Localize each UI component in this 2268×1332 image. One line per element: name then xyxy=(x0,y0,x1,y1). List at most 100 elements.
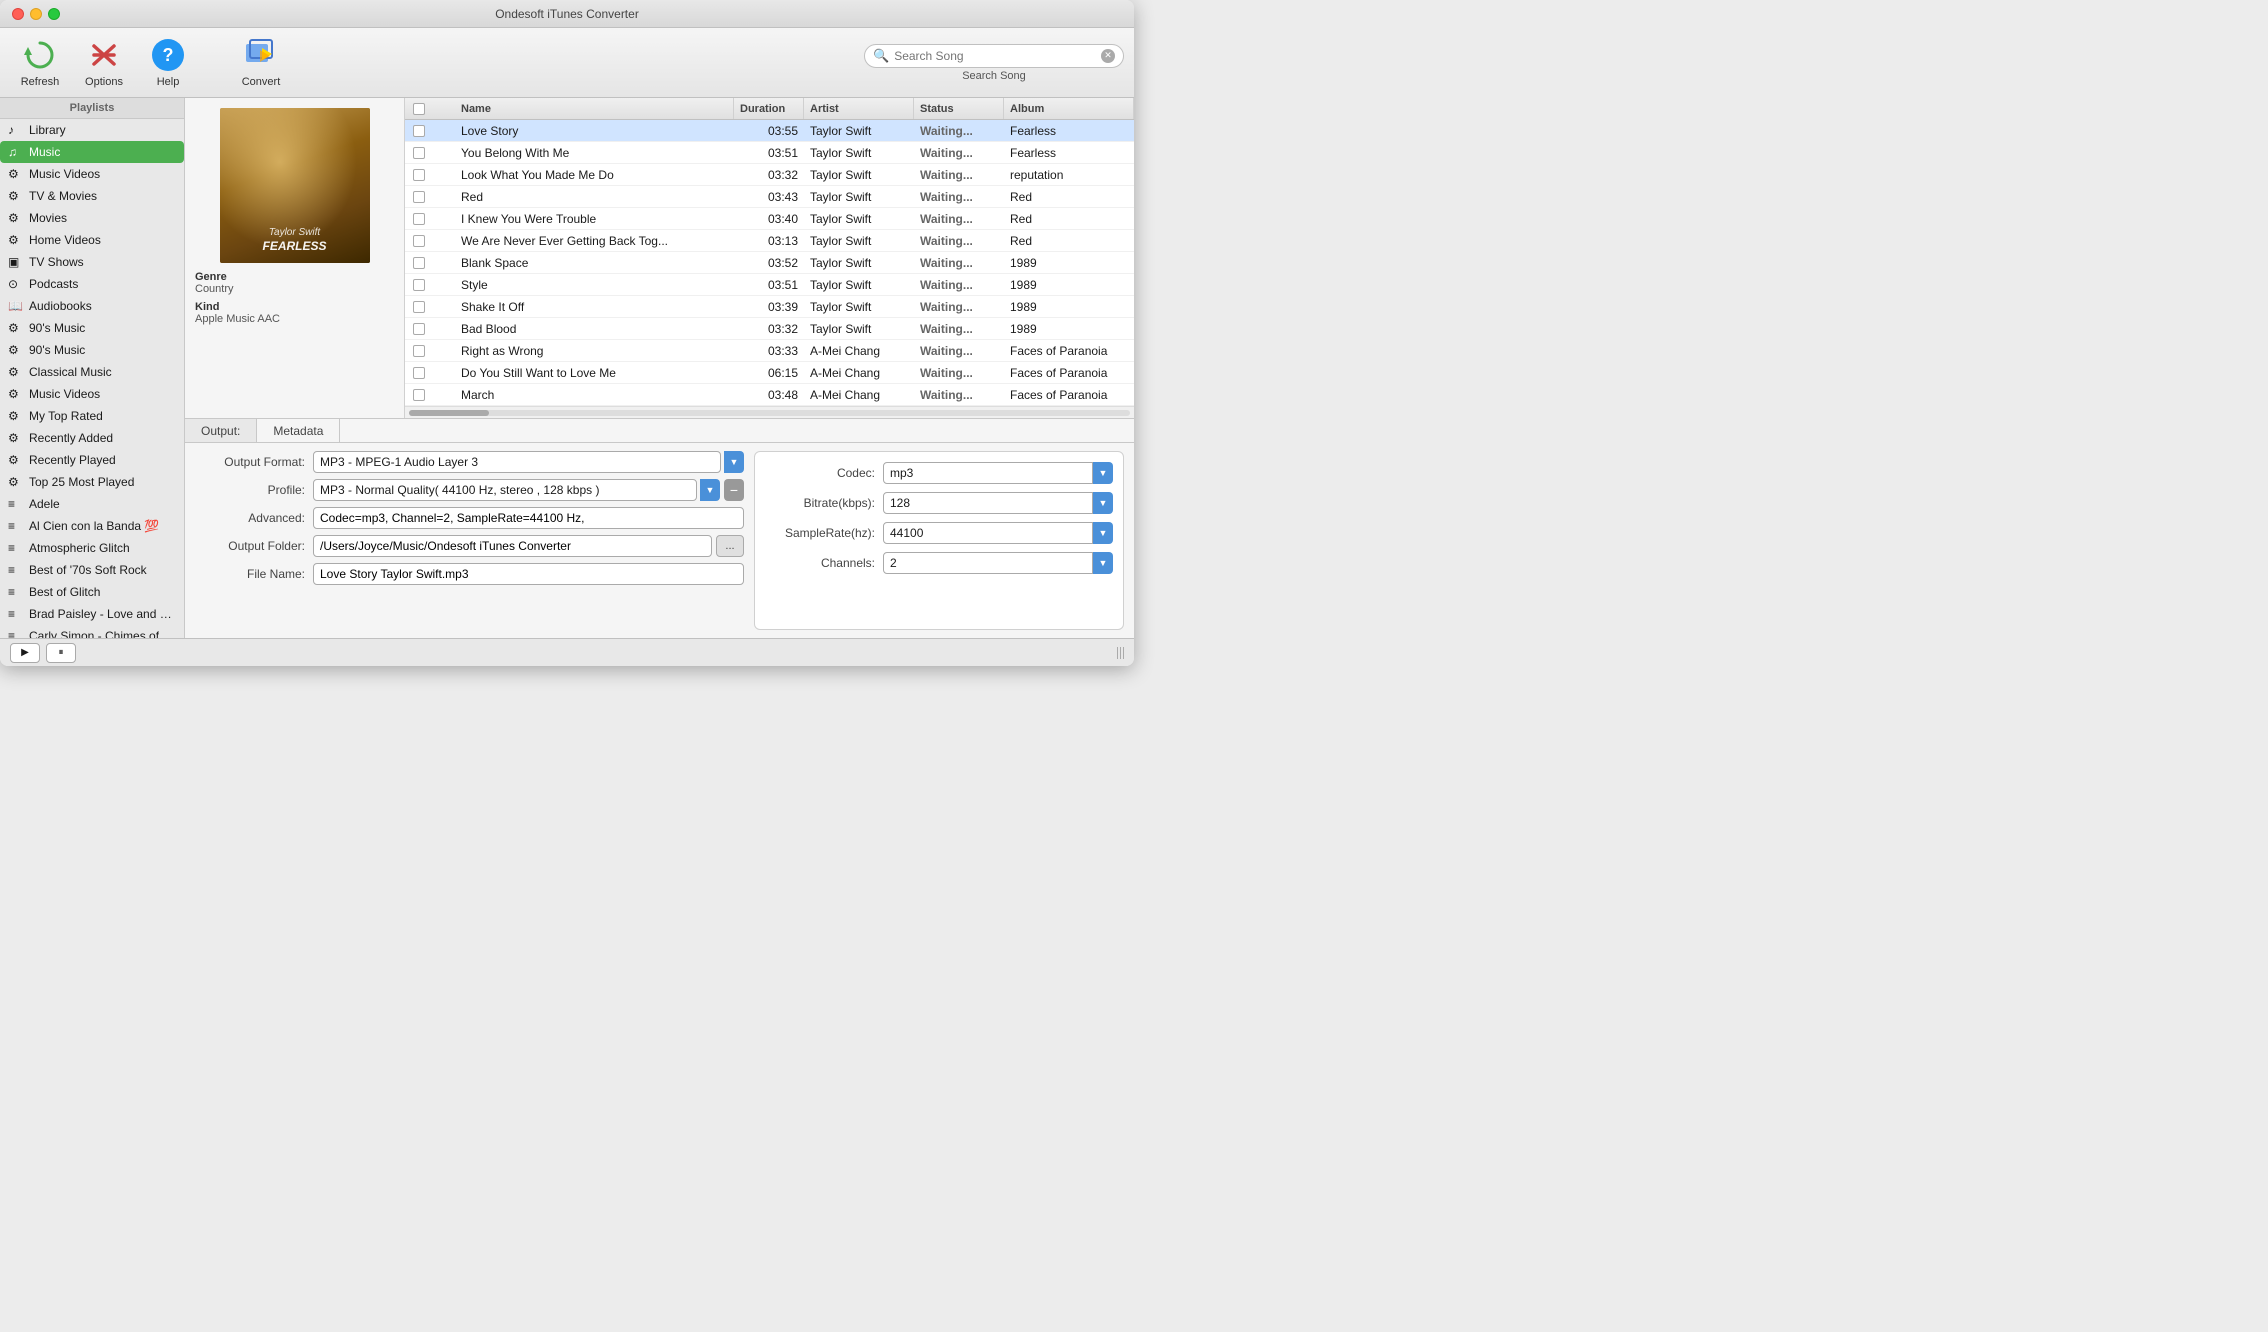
sidebar-item-al-cien[interactable]: ≡Al Cien con la Banda 💯 xyxy=(0,515,184,537)
search-input[interactable] xyxy=(894,49,1096,63)
sidebar-label-movies: Movies xyxy=(29,211,67,225)
codec-arrow[interactable]: ▼ xyxy=(1093,462,1113,484)
sidebar-item-recently-played[interactable]: ⚙Recently Played xyxy=(0,449,184,471)
channels-input[interactable]: 2 xyxy=(883,552,1093,574)
row-name-10: Right as Wrong xyxy=(455,340,734,361)
row-checkbox-12[interactable] xyxy=(405,389,433,401)
sidebar-item-movies[interactable]: ⚙Movies xyxy=(0,207,184,229)
sidebar-item-tv-shows[interactable]: ▣TV Shows xyxy=(0,251,184,273)
sidebar-item-atmospheric[interactable]: ≡Atmospheric Glitch xyxy=(0,537,184,559)
row-checkbox-3[interactable] xyxy=(405,191,433,203)
sidebar-item-90s-music-1[interactable]: ⚙90's Music xyxy=(0,317,184,339)
th-duration: Duration xyxy=(734,98,804,119)
codec-input[interactable]: mp3 xyxy=(883,462,1093,484)
table-scrollbar[interactable] xyxy=(405,406,1134,418)
row-checkbox-2[interactable] xyxy=(405,169,433,181)
row-status-11: Waiting... xyxy=(914,362,1004,383)
samplerate-arrow[interactable]: ▼ xyxy=(1093,522,1113,544)
table-row[interactable]: Shake It Off 03:39 Taylor Swift Waiting.… xyxy=(405,296,1134,318)
table-row[interactable]: Blank Space 03:52 Taylor Swift Waiting..… xyxy=(405,252,1134,274)
row-checkbox-0[interactable] xyxy=(405,125,433,137)
th-checkbox[interactable] xyxy=(405,103,433,115)
sidebar-item-music[interactable]: ♫Music xyxy=(0,141,184,163)
table-row[interactable]: March 03:48 A-Mei Chang Waiting... Faces… xyxy=(405,384,1134,406)
output-format-select[interactable]: MP3 - MPEG-1 Audio Layer 3 xyxy=(313,451,721,473)
samplerate-input[interactable]: 44100 xyxy=(883,522,1093,544)
sidebar-item-music-videos-2[interactable]: ⚙Music Videos xyxy=(0,383,184,405)
refresh-button[interactable]: Refresh xyxy=(10,34,70,92)
table-row[interactable]: I Knew You Were Trouble 03:40 Taylor Swi… xyxy=(405,208,1134,230)
options-button[interactable]: Options xyxy=(74,34,134,92)
bitrate-input[interactable]: 128 xyxy=(883,492,1093,514)
row-status-0: Waiting... xyxy=(914,120,1004,141)
playback-controls: ▶ ⏸ xyxy=(10,643,76,663)
row-checkbox-9[interactable] xyxy=(405,323,433,335)
sidebar-item-library[interactable]: ♪Library xyxy=(0,119,184,141)
header-checkbox[interactable] xyxy=(413,103,425,115)
close-button[interactable] xyxy=(12,8,24,20)
row-checkbox-1[interactable] xyxy=(405,147,433,159)
table-row[interactable]: We Are Never Ever Getting Back Tog... 03… xyxy=(405,230,1134,252)
row-checkbox-11[interactable] xyxy=(405,367,433,379)
table-header: Name Duration Artist Status Album xyxy=(405,98,1134,120)
help-button[interactable]: ? Help xyxy=(138,34,198,92)
sidebar-item-audiobooks[interactable]: 📖Audiobooks xyxy=(0,295,184,317)
advanced-input[interactable] xyxy=(313,507,744,529)
row-checkbox-8[interactable] xyxy=(405,301,433,313)
table-row[interactable]: Red 03:43 Taylor Swift Waiting... Red xyxy=(405,186,1134,208)
table-row[interactable]: Do You Still Want to Love Me 06:15 A-Mei… xyxy=(405,362,1134,384)
table-row[interactable]: Style 03:51 Taylor Swift Waiting... 1989 xyxy=(405,274,1134,296)
bitrate-arrow[interactable]: ▼ xyxy=(1093,492,1113,514)
sidebar-item-my-top-rated[interactable]: ⚙My Top Rated xyxy=(0,405,184,427)
browse-button[interactable]: ... xyxy=(716,535,744,557)
channels-arrow[interactable]: ▼ xyxy=(1093,552,1113,574)
table-row[interactable]: Look What You Made Me Do 03:32 Taylor Sw… xyxy=(405,164,1134,186)
profile-arrow[interactable]: ▼ xyxy=(700,479,720,501)
row-duration-6: 03:52 xyxy=(734,252,804,273)
minimize-button[interactable] xyxy=(30,8,42,20)
table-row[interactable]: Right as Wrong 03:33 A-Mei Chang Waiting… xyxy=(405,340,1134,362)
profile-minus[interactable]: − xyxy=(724,479,744,501)
sidebar-item-classical[interactable]: ⚙Classical Music xyxy=(0,361,184,383)
sidebar-item-top-25[interactable]: ⚙Top 25 Most Played xyxy=(0,471,184,493)
sidebar-icon-top-25: ⚙ xyxy=(8,475,24,489)
pause-button[interactable]: ⏸ xyxy=(46,643,76,663)
play-button[interactable]: ▶ xyxy=(10,643,40,663)
maximize-button[interactable] xyxy=(48,8,60,20)
sidebar-item-podcasts[interactable]: ⊙Podcasts xyxy=(0,273,184,295)
row-checkbox-6[interactable] xyxy=(405,257,433,269)
row-checkbox-5[interactable] xyxy=(405,235,433,247)
sidebar-item-best-glitch[interactable]: ≡Best of Glitch xyxy=(0,581,184,603)
bitrate-control: 128 ▼ xyxy=(883,492,1113,514)
sidebar-icon-recently-played: ⚙ xyxy=(8,453,24,467)
row-artist-12: A-Mei Chang xyxy=(804,384,914,405)
table-row[interactable]: You Belong With Me 03:51 Taylor Swift Wa… xyxy=(405,142,1134,164)
bitrate-row: Bitrate(kbps): 128 ▼ xyxy=(765,492,1113,514)
sidebar-item-adele[interactable]: ≡Adele xyxy=(0,493,184,515)
row-checkbox-4[interactable] xyxy=(405,213,433,225)
sidebar-item-brad-paisley[interactable]: ≡Brad Paisley - Love and Wa xyxy=(0,603,184,625)
sidebar-item-home-videos[interactable]: ⚙Home Videos xyxy=(0,229,184,251)
sidebar-item-tv-movies[interactable]: ⚙TV & Movies xyxy=(0,185,184,207)
convert-button[interactable]: Convert xyxy=(226,34,296,92)
tab-output[interactable]: Output: xyxy=(185,419,257,442)
row-checkbox-10[interactable] xyxy=(405,345,433,357)
row-album-0: Fearless xyxy=(1004,120,1134,141)
output-folder-input[interactable] xyxy=(313,535,712,557)
sidebar-item-carly-simon[interactable]: ≡Carly Simon - Chimes of xyxy=(0,625,184,638)
output-format-arrow[interactable]: ▼ xyxy=(724,451,744,473)
sidebar-item-music-videos[interactable]: ⚙Music Videos xyxy=(0,163,184,185)
sidebar-item-recently-added[interactable]: ⚙Recently Added xyxy=(0,427,184,449)
resize-handle[interactable] xyxy=(1117,647,1124,659)
search-box[interactable]: 🔍 ✕ xyxy=(864,44,1124,68)
sidebar-item-best-70s[interactable]: ≡Best of '70s Soft Rock xyxy=(0,559,184,581)
row-album-8: 1989 xyxy=(1004,296,1134,317)
table-row[interactable]: Bad Blood 03:32 Taylor Swift Waiting... … xyxy=(405,318,1134,340)
row-checkbox-7[interactable] xyxy=(405,279,433,291)
file-name-input[interactable] xyxy=(313,563,744,585)
sidebar-item-90s-music-2[interactable]: ⚙90's Music xyxy=(0,339,184,361)
search-clear-button[interactable]: ✕ xyxy=(1101,49,1115,63)
profile-select[interactable]: MP3 - Normal Quality( 44100 Hz, stereo ,… xyxy=(313,479,697,501)
table-row[interactable]: Love Story 03:55 Taylor Swift Waiting...… xyxy=(405,120,1134,142)
tab-metadata[interactable]: Metadata xyxy=(257,419,340,442)
